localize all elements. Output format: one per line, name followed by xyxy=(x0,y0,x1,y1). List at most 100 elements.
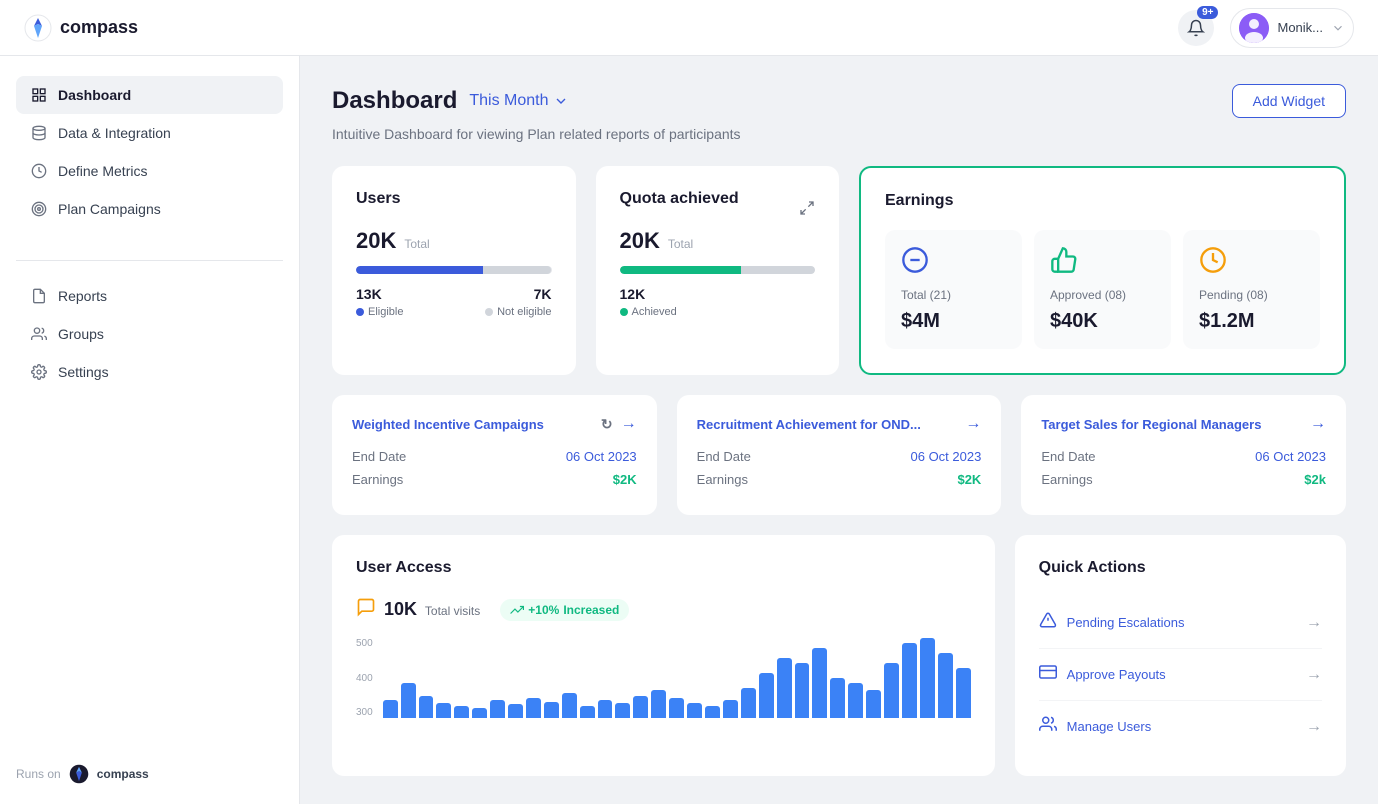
user-name: Monik... xyxy=(1277,20,1323,35)
users-card: Users 20K Total 13K Eligible xyxy=(332,166,576,375)
bar xyxy=(401,683,416,718)
bar xyxy=(436,703,451,718)
arrow-icon[interactable]: → xyxy=(1310,415,1326,433)
user-menu[interactable]: Monik... xyxy=(1230,8,1354,48)
dashboard-title-row: Dashboard This Month xyxy=(332,87,569,115)
campaign-title-2: Target Sales for Regional Managers → xyxy=(1041,415,1326,433)
users-icon xyxy=(30,325,48,343)
quick-action-left: Pending Escalations xyxy=(1039,611,1185,634)
total-visits-stat: 10K Total visits xyxy=(356,597,480,622)
quota-card: Quota achieved 20K Total 12K xyxy=(596,166,840,375)
campaign-earnings-row-2: Earnings $2k xyxy=(1041,472,1326,487)
not-eligible-dot xyxy=(485,308,493,316)
quota-total-value: 20K xyxy=(620,228,660,254)
earnings-grid: Total (21) $4M Approved (08) $40K xyxy=(885,230,1320,349)
sidebar-primary-section: Dashboard Data & Integration Define Metr… xyxy=(16,76,283,228)
sidebar-item-reports[interactable]: Reports xyxy=(16,277,283,315)
bar xyxy=(490,700,505,718)
bar xyxy=(598,700,613,718)
bar xyxy=(454,706,469,718)
achieved-fill xyxy=(620,266,741,274)
notification-badge: 9+ xyxy=(1197,6,1218,19)
app-name: compass xyxy=(60,17,138,38)
user-access-title: User Access xyxy=(356,559,971,577)
user-access-card: User Access 10K Total visits +10% xyxy=(332,535,995,776)
quick-action-approve-payouts[interactable]: Approve Payouts → xyxy=(1039,649,1322,701)
campaign-earnings-row-1: Earnings $2K xyxy=(697,472,982,487)
users-total-label: Total xyxy=(404,237,429,251)
sidebar-item-define-metrics[interactable]: Define Metrics xyxy=(16,152,283,190)
bar xyxy=(383,700,398,718)
dashboard-subtitle: Intuitive Dashboard for viewing Plan rel… xyxy=(332,126,1346,142)
trend-up-icon xyxy=(510,603,524,617)
not-eligible-fill xyxy=(483,266,551,274)
earnings-card: Earnings Total (21) $4M xyxy=(859,166,1346,375)
sidebar-item-label: Define Metrics xyxy=(58,163,147,179)
quick-action-pending-escalations[interactable]: Pending Escalations → xyxy=(1039,597,1322,649)
nav-right: 9+ Monik... xyxy=(1178,8,1354,48)
add-widget-button[interactable]: Add Widget xyxy=(1232,84,1346,118)
quick-actions-card: Quick Actions Pending Escalations → xyxy=(1015,535,1346,776)
eligible-legend: Eligible xyxy=(356,306,403,318)
chart-icon xyxy=(30,162,48,180)
arrow-icon[interactable]: → xyxy=(965,415,981,433)
bar xyxy=(759,673,774,718)
month-selector[interactable]: This Month xyxy=(469,92,568,110)
clock-icon xyxy=(1199,246,1227,280)
sidebar-item-data-integration[interactable]: Data & Integration xyxy=(16,114,283,152)
thumbs-up-icon xyxy=(1050,246,1078,280)
escalation-icon xyxy=(1039,611,1057,634)
bar xyxy=(777,658,792,718)
earnings-item-total: Total (21) $4M xyxy=(885,230,1022,349)
y-axis-labels: 500 400 300 xyxy=(356,638,373,718)
sidebar-item-label: Groups xyxy=(58,326,104,342)
avatar xyxy=(1239,13,1269,43)
app-logo: compass xyxy=(24,14,138,42)
earnings-approved-label: Approved (08) xyxy=(1050,288,1126,302)
sidebar-footer: Runs on compass xyxy=(16,748,283,784)
bar xyxy=(866,690,881,718)
database-icon xyxy=(30,124,48,142)
arrow-icon[interactable]: → xyxy=(621,415,637,433)
campaign-title-0: Weighted Incentive Campaigns ↻ → xyxy=(352,415,637,433)
campaign-card-1: Recruitment Achievement for OND... → End… xyxy=(677,395,1002,515)
bar xyxy=(472,708,487,718)
sidebar-item-plan-campaigns[interactable]: Plan Campaigns xyxy=(16,190,283,228)
chat-icon xyxy=(356,597,376,622)
bar xyxy=(848,683,863,718)
quick-action-left: Approve Payouts xyxy=(1039,663,1166,686)
increase-label: Increased xyxy=(563,603,619,617)
access-stats: 10K Total visits +10% Increased xyxy=(356,597,971,622)
notification-button[interactable]: 9+ xyxy=(1178,10,1214,46)
bar xyxy=(687,703,702,718)
campaign-title-1: Recruitment Achievement for OND... → xyxy=(697,415,982,433)
bar xyxy=(830,678,845,718)
sidebar-item-dashboard[interactable]: Dashboard xyxy=(16,76,283,114)
sidebar-secondary-section: Reports Groups Settings xyxy=(16,277,283,391)
chevron-down-icon xyxy=(553,93,569,109)
approve-payouts-label: Approve Payouts xyxy=(1067,667,1166,682)
bar xyxy=(938,653,953,718)
minus-circle-icon xyxy=(901,246,929,280)
file-icon xyxy=(30,287,48,305)
sidebar-item-settings[interactable]: Settings xyxy=(16,353,283,391)
quick-action-manage-users[interactable]: Manage Users → xyxy=(1039,701,1322,752)
bar xyxy=(902,643,917,718)
sidebar-item-groups[interactable]: Groups xyxy=(16,315,283,353)
footer-text: Runs on xyxy=(16,767,61,781)
dashboard-header: Dashboard This Month Add Widget xyxy=(332,84,1346,118)
expand-icon[interactable] xyxy=(799,200,815,219)
pending-escalations-label: Pending Escalations xyxy=(1067,615,1185,630)
increase-badge: +10% Increased xyxy=(500,599,629,621)
arrow-right-icon: → xyxy=(1306,614,1322,632)
earnings-total-value: $4M xyxy=(901,310,940,333)
compass-logo-small xyxy=(69,764,89,784)
bar xyxy=(419,696,434,718)
sidebar: Dashboard Data & Integration Define Metr… xyxy=(0,56,300,804)
campaign-earnings-row-0: Earnings $2K xyxy=(352,472,637,487)
bar xyxy=(544,702,559,718)
quick-actions-title: Quick Actions xyxy=(1039,559,1322,577)
earnings-item-pending: Pending (08) $1.2M xyxy=(1183,230,1320,349)
refresh-icon[interactable]: ↻ xyxy=(601,416,613,433)
bar xyxy=(956,668,971,718)
